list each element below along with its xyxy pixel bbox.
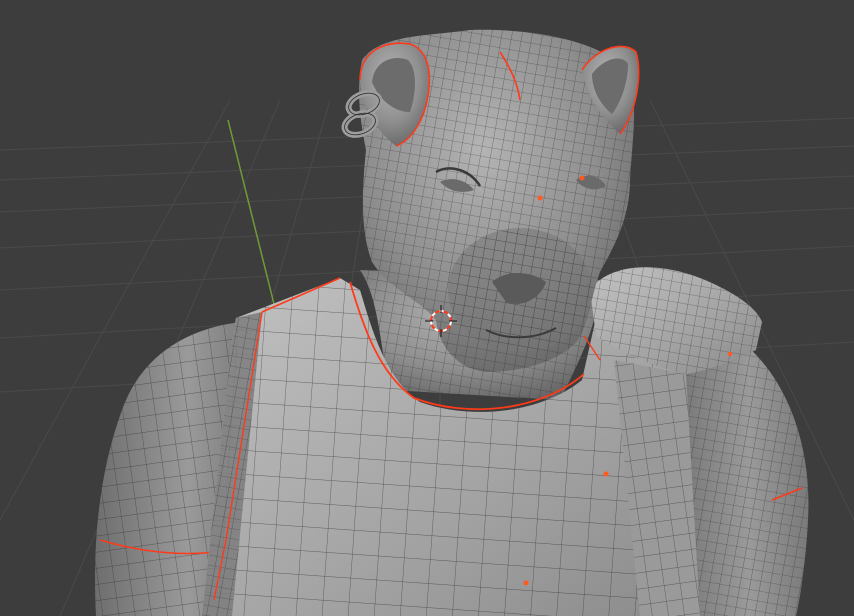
selected-vertex [523, 580, 529, 586]
selected-vertex [727, 351, 733, 357]
y-axis-line [227, 119, 277, 313]
viewport-canvas[interactable] [0, 0, 854, 616]
selected-vertex [603, 471, 609, 477]
selected-vertex [579, 175, 585, 181]
selected-vertex [537, 195, 543, 201]
3d-viewport[interactable] [0, 0, 854, 616]
